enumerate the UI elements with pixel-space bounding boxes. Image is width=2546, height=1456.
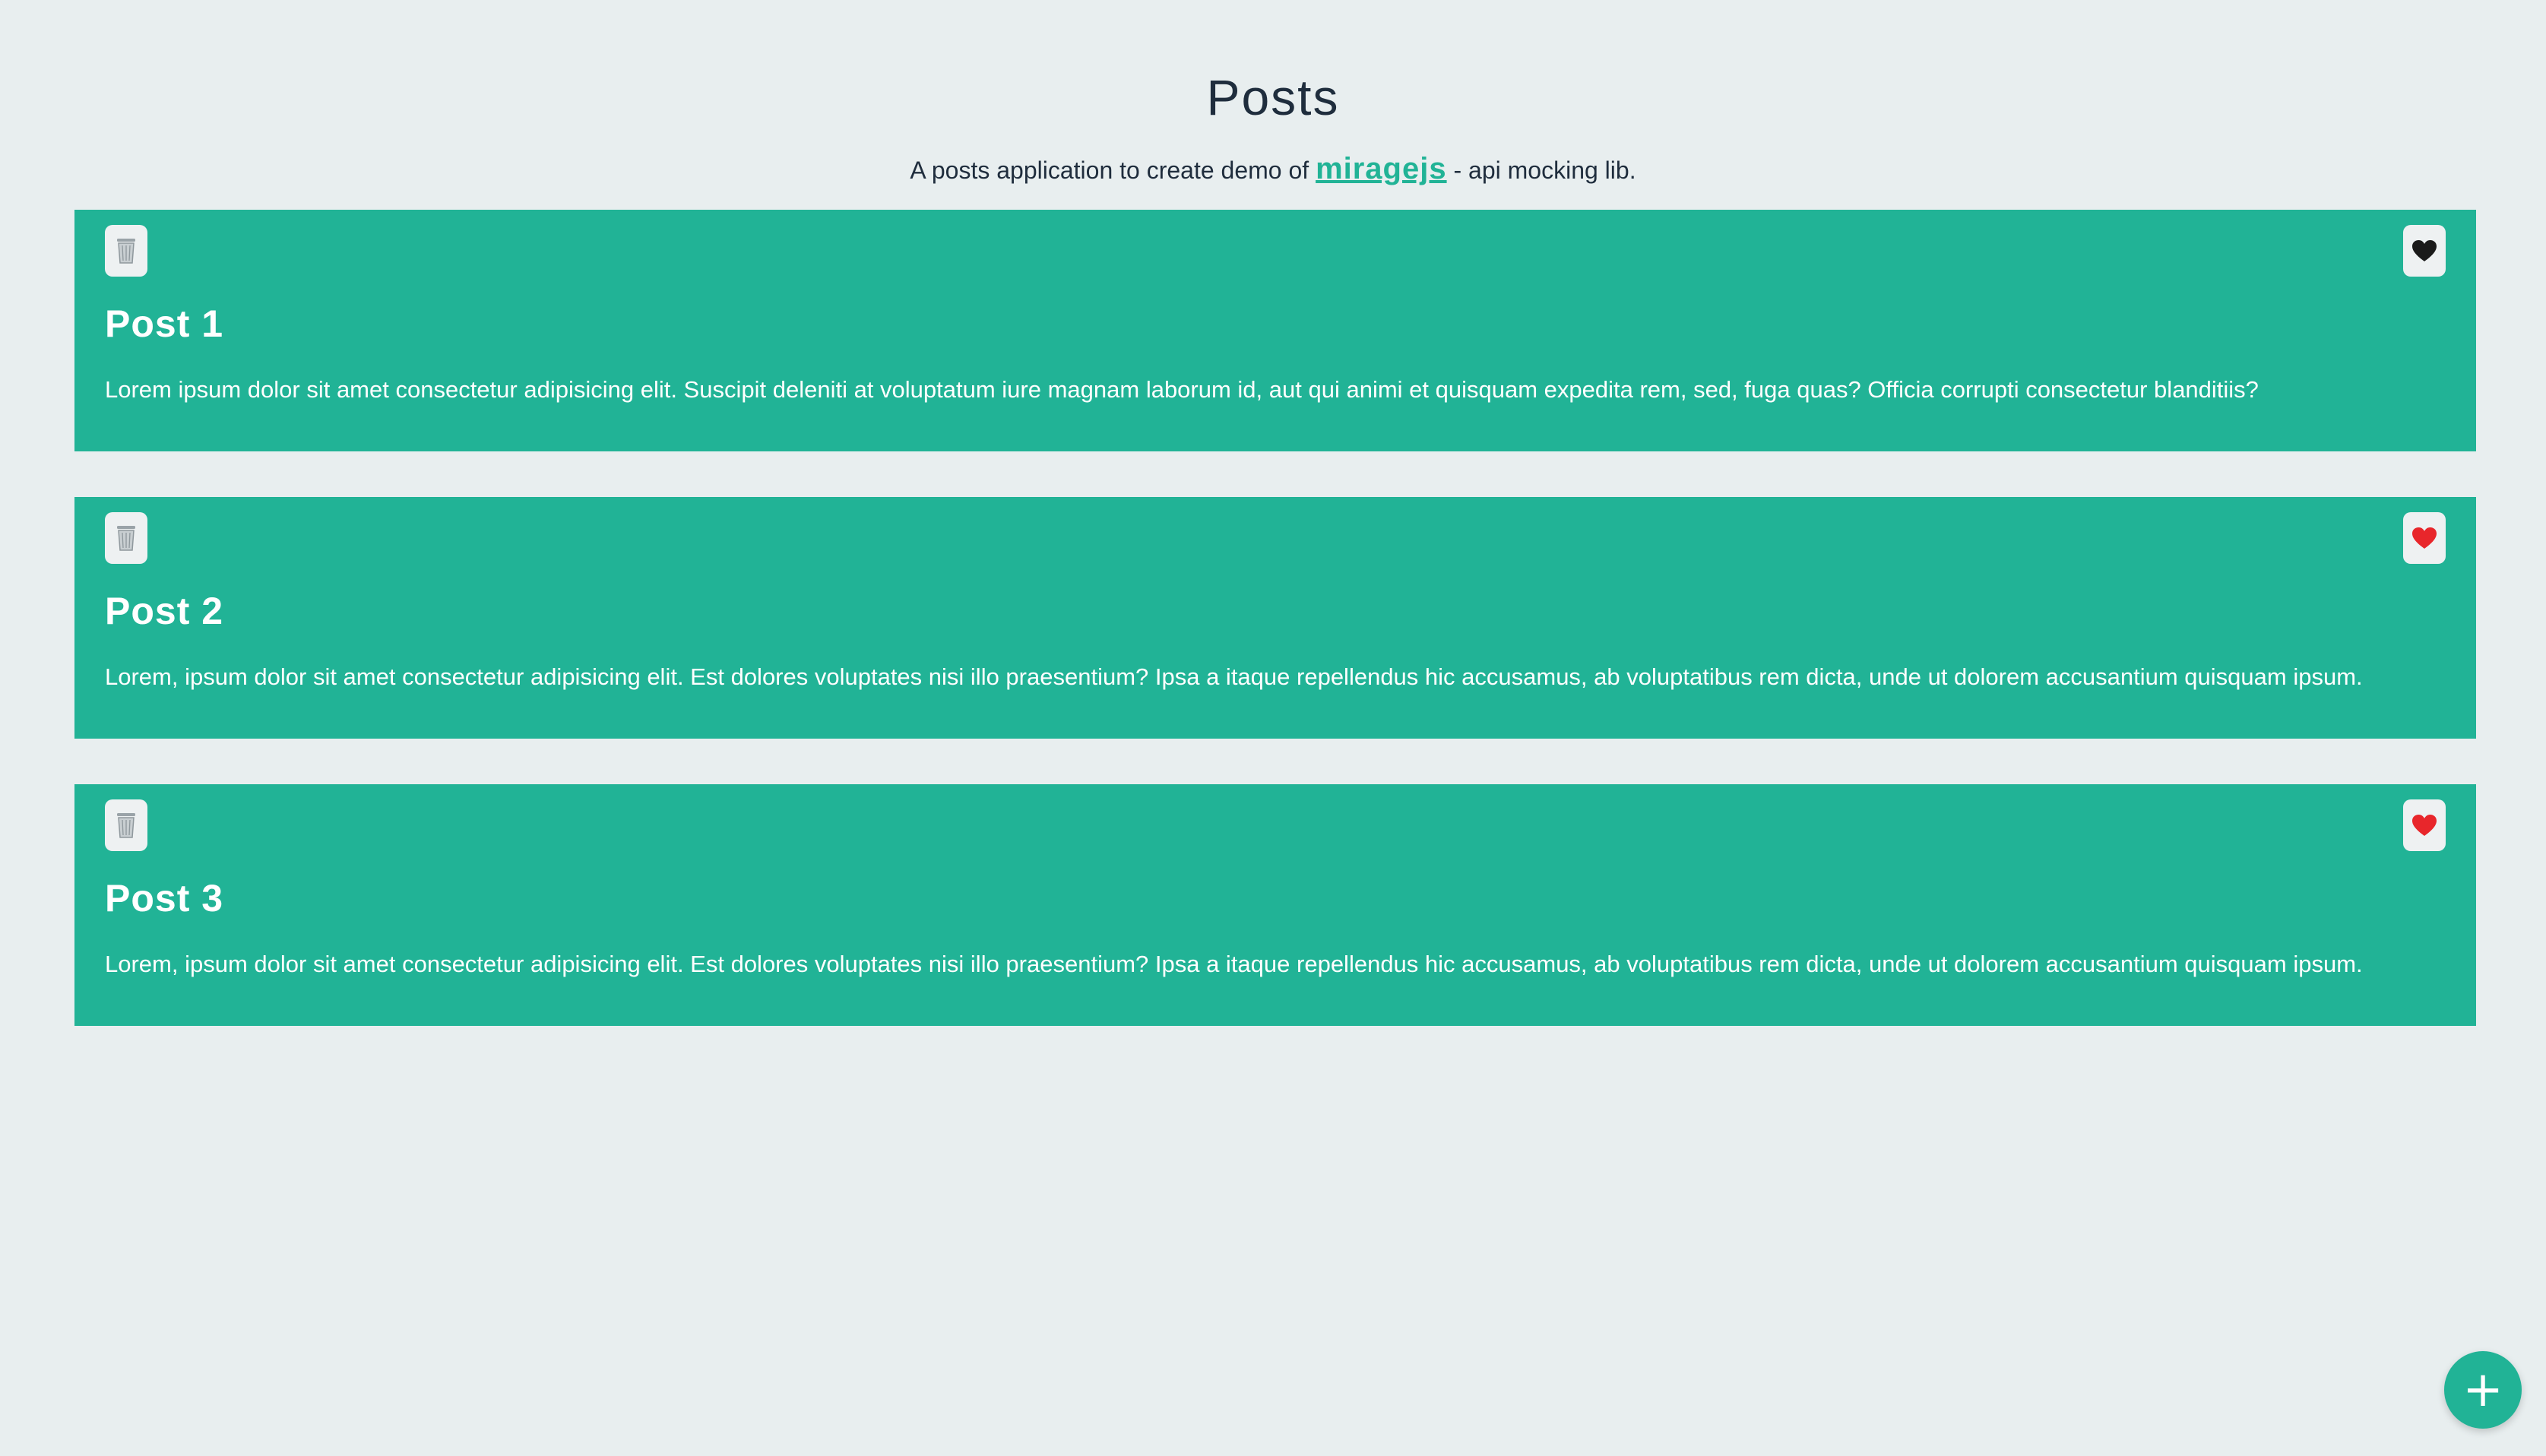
page-subtitle: A posts application to create demo of mi…: [0, 149, 2546, 190]
post-title: Post 1: [105, 302, 224, 345]
trash-can-icon: [115, 237, 138, 264]
post-body: Lorem ipsum dolor sit amet consectetur a…: [105, 376, 2259, 403]
page-title: Posts: [1206, 69, 1340, 125]
delete-post-button[interactable]: [105, 225, 147, 277]
delete-post-button[interactable]: [105, 512, 147, 564]
red-heart-icon: [2411, 527, 2437, 549]
like-post-button[interactable]: [2403, 512, 2446, 564]
trash-can-icon: [115, 524, 138, 552]
post-card: Post 2 Lorem, ipsum dolor sit amet conse…: [74, 497, 2476, 739]
post-title: Post 3: [105, 877, 224, 919]
add-post-button[interactable]: +: [2444, 1351, 2522, 1429]
like-post-button[interactable]: [2403, 799, 2446, 851]
posts-list: Post 1 Lorem ipsum dolor sit amet consec…: [74, 210, 2476, 1071]
red-heart-icon: [2411, 814, 2437, 837]
trash-can-icon: [115, 812, 138, 839]
miragejs-link[interactable]: miragejs: [1316, 152, 1447, 185]
subtitle-text-before: A posts application to create demo of: [910, 157, 1316, 184]
post-body: Lorem, ipsum dolor sit amet consectetur …: [105, 663, 2363, 690]
post-title: Post 2: [105, 590, 224, 632]
plus-icon: +: [2462, 1362, 2503, 1418]
post-card: Post 3 Lorem, ipsum dolor sit amet conse…: [74, 784, 2476, 1026]
like-post-button[interactable]: [2403, 225, 2446, 277]
delete-post-button[interactable]: [105, 799, 147, 851]
subtitle-text-after: - api mocking lib.: [1446, 157, 1636, 184]
post-body: Lorem, ipsum dolor sit amet consectetur …: [105, 951, 2363, 977]
black-heart-icon: [2411, 239, 2437, 262]
post-card: Post 1 Lorem ipsum dolor sit amet consec…: [74, 210, 2476, 451]
posts-page: Posts A posts application to create demo…: [0, 0, 2546, 1456]
